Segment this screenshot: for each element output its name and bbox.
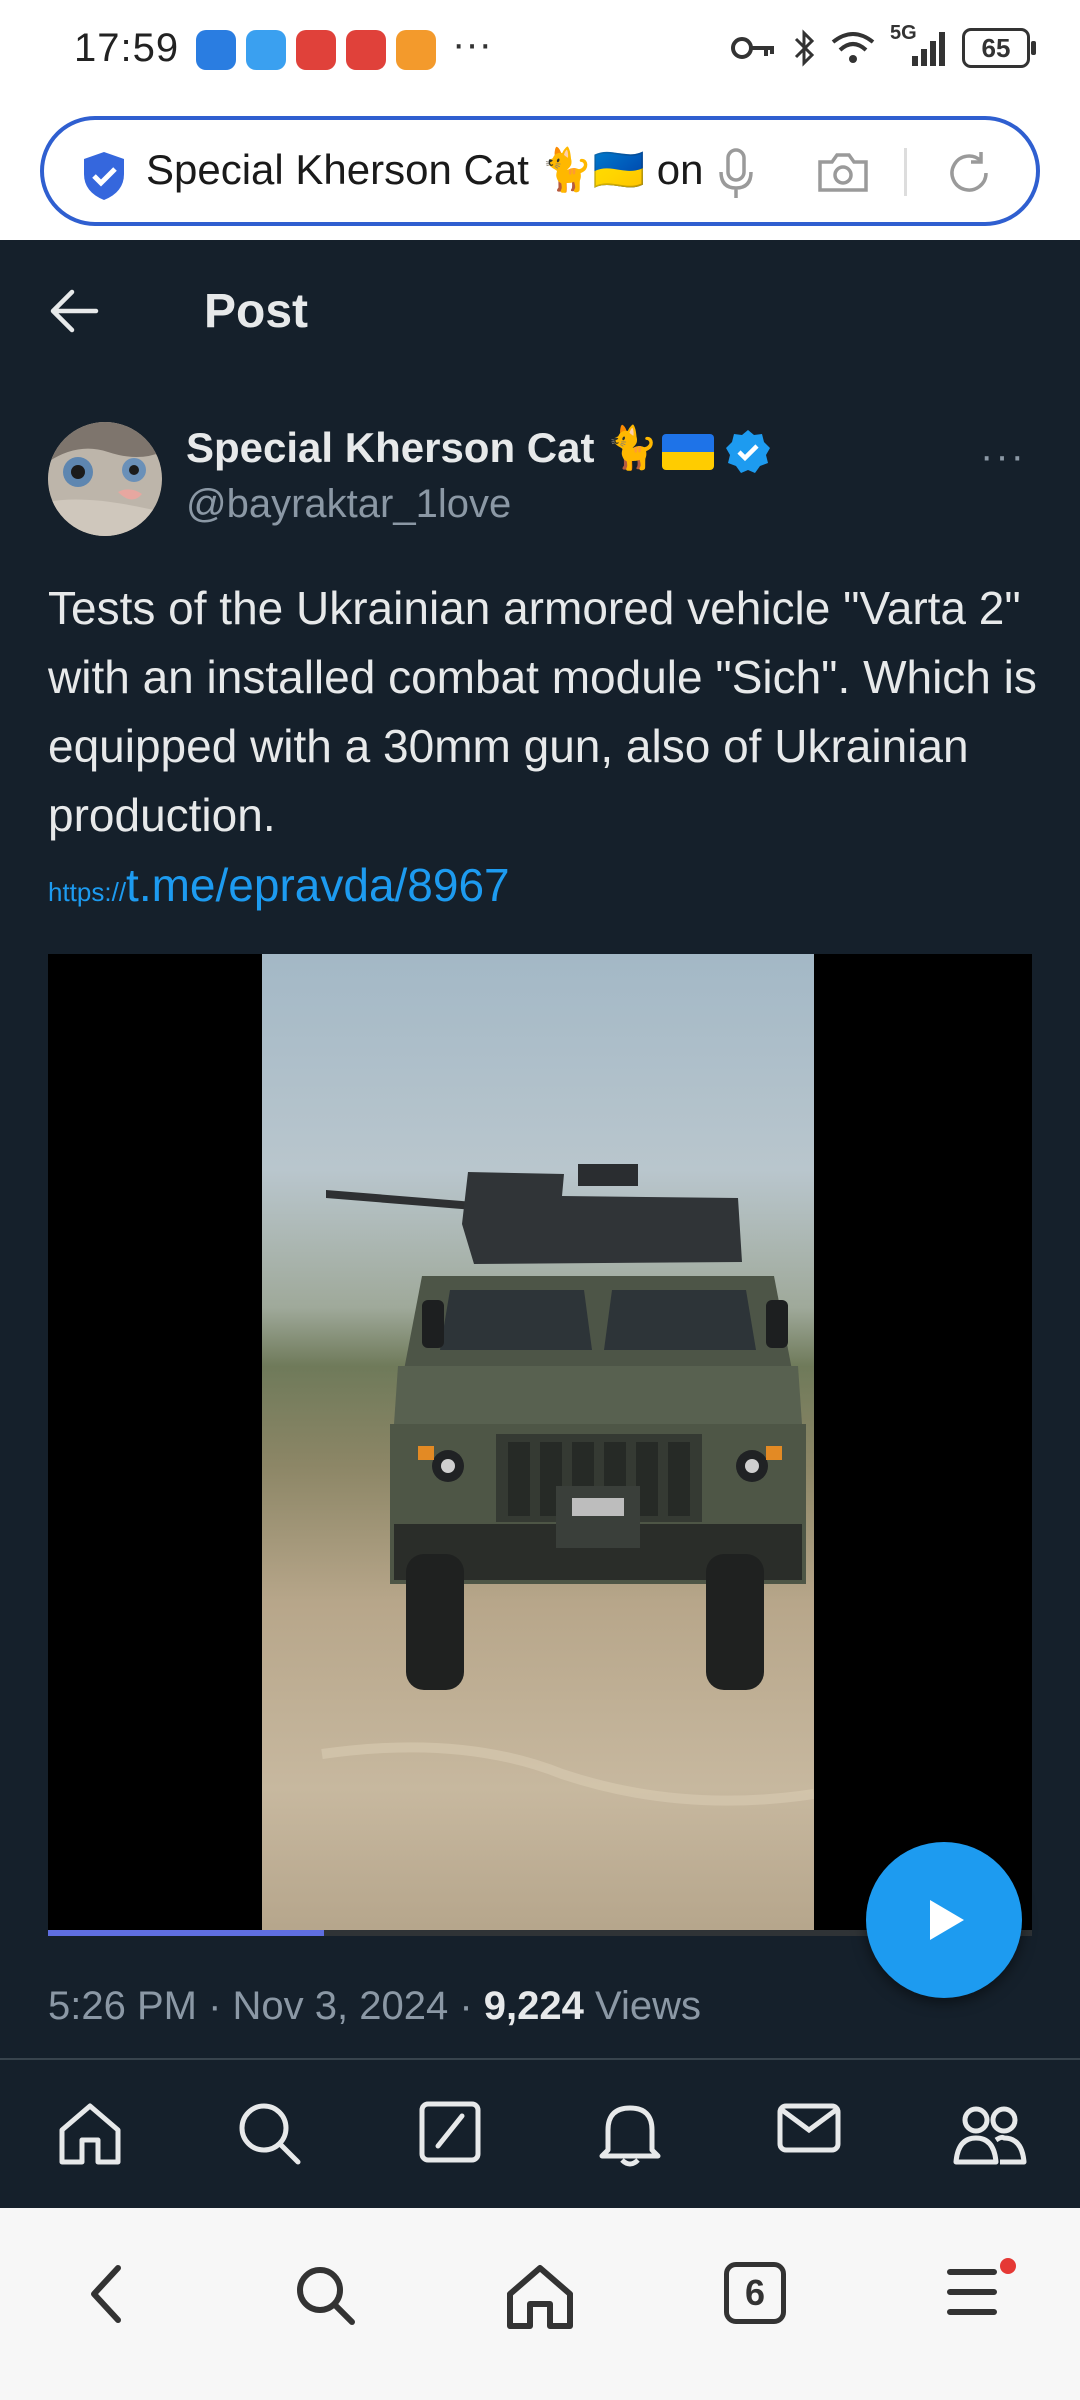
notification-icons [196,30,436,70]
vpn-key-icon [731,37,774,59]
avatar[interactable] [48,422,162,536]
cat-avatar-image [48,422,162,536]
tabs-icon[interactable]: 6 [724,2262,786,2324]
reload-icon[interactable] [944,148,994,198]
compose-fab-button[interactable] [866,1842,1022,1998]
notification-badge [1000,2258,1016,2274]
mail-app-icon [196,30,236,70]
back-arrow-icon[interactable] [48,288,100,334]
ukraine-flag-icon [662,434,714,470]
video-player[interactable] [48,954,1032,1936]
news-app-icon [296,30,336,70]
address-text[interactable]: Special Kherson Cat 🐈🇺🇦 on X [146,146,716,195]
communities-icon[interactable] [952,2100,1028,2168]
microphone-icon[interactable] [716,146,756,202]
status-bar: 17:59 ··· 5G 65 [0,0,1080,104]
compose-icon[interactable] [418,2100,482,2164]
back-icon[interactable] [86,2262,126,2326]
camera-icon[interactable] [816,150,870,194]
status-time: 17:59 [74,26,180,70]
compose-icon [930,1900,964,1940]
views-count: 9,224 [483,1984,584,2028]
post-text: Tests of the Ukrainian armored vehicle "… [48,582,1037,841]
more-notifications-icon: ··· [452,22,492,66]
news-app-icon-2 [346,30,386,70]
browser-nav-bar: 6 [0,2208,1080,2400]
armored-vehicle-image [321,1164,815,1806]
author-handle[interactable]: @bayraktar_1love [186,482,511,527]
menu-icon[interactable] [944,2262,1000,2322]
search-icon[interactable] [292,2262,358,2328]
home-icon[interactable] [504,2262,576,2330]
author-name[interactable]: Special Kherson Cat [186,424,594,472]
link-path[interactable]: t.me/epravda/8967 [126,859,510,911]
notifications-icon[interactable] [598,2100,662,2168]
browser-toolbar: Special Kherson Cat 🐈🇺🇦 on X [0,104,1080,240]
messages-icon[interactable] [776,2100,842,2156]
video-frame[interactable] [262,954,815,1936]
post-date: Nov 3, 2024 [232,1984,449,2028]
toolbar-divider [904,148,907,196]
more-options-icon[interactable]: ··· [980,434,1026,479]
address-bar[interactable]: Special Kherson Cat 🐈🇺🇦 on X [40,116,1040,226]
video-progress-fill [48,1930,324,1936]
video-app-icon [396,30,436,70]
weather-app-icon [246,30,286,70]
wifi-icon [831,32,875,63]
home-icon[interactable] [56,2100,124,2168]
verified-badge-icon [726,430,770,473]
views-label: Views [583,1984,701,2028]
post-meta: 5:26 PM · Nov 3, 2024 · 9,224 Views [48,1984,701,2029]
post-header: Post [0,240,1080,386]
tab-bar [0,2060,1080,2208]
post-link[interactable]: https://t.me/epravda/8967 [48,858,510,912]
meta-separator: · [448,1984,484,2028]
post-time: 5:26 PM [48,1984,197,2028]
meta-separator: · [196,1984,233,2028]
shield-check-icon [84,152,124,200]
link-protocol[interactable]: https:// [48,877,126,907]
cat-emoji: 🐈 [606,424,659,471]
page-title: Post [204,285,309,338]
bluetooth-icon [794,29,815,67]
battery-indicator: 65 [962,28,1036,68]
signal-icon: 5G [890,22,948,68]
search-icon[interactable] [236,2100,302,2166]
